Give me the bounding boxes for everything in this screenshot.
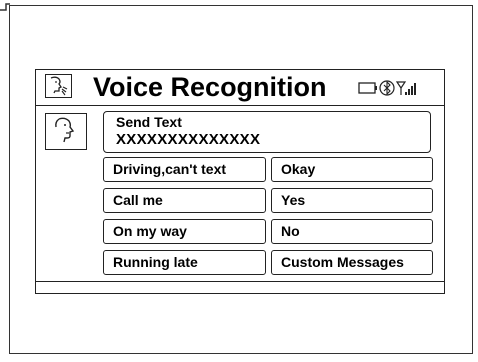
status-icons — [358, 79, 438, 97]
message-option-call-me[interactable]: Call me — [103, 188, 266, 213]
corner-mark-icon — [0, 3, 10, 11]
signal-strength-icon — [395, 81, 416, 95]
footer-divider — [36, 281, 444, 282]
voice-talk-icon[interactable] — [45, 74, 72, 98]
voice-recognition-screen: Voice Recognition Send Text XXXXXXXXXXXX… — [35, 69, 445, 294]
send-text-title: Send Text — [116, 114, 182, 130]
phone-icon — [358, 82, 377, 94]
message-option-no[interactable]: No — [271, 219, 433, 244]
message-option-on-my-way[interactable]: On my way — [103, 219, 266, 244]
bluetooth-icon — [379, 80, 395, 96]
message-option-running-late[interactable]: Running late — [103, 250, 266, 275]
header-divider — [36, 105, 444, 106]
message-option-okay[interactable]: Okay — [271, 157, 433, 182]
message-option-driving[interactable]: Driving,can't text — [103, 157, 266, 182]
page: Voice Recognition Send Text XXXXXXXXXXXX… — [0, 0, 478, 362]
talking-head-icon — [45, 113, 87, 150]
message-option-yes[interactable]: Yes — [271, 188, 433, 213]
send-text-recipient: XXXXXXXXXXXXXX — [116, 131, 261, 148]
send-text-field[interactable]: Send Text XXXXXXXXXXXXXX — [103, 111, 431, 153]
message-option-custom-messages[interactable]: Custom Messages — [271, 250, 433, 275]
screen-title: Voice Recognition — [93, 72, 327, 102]
